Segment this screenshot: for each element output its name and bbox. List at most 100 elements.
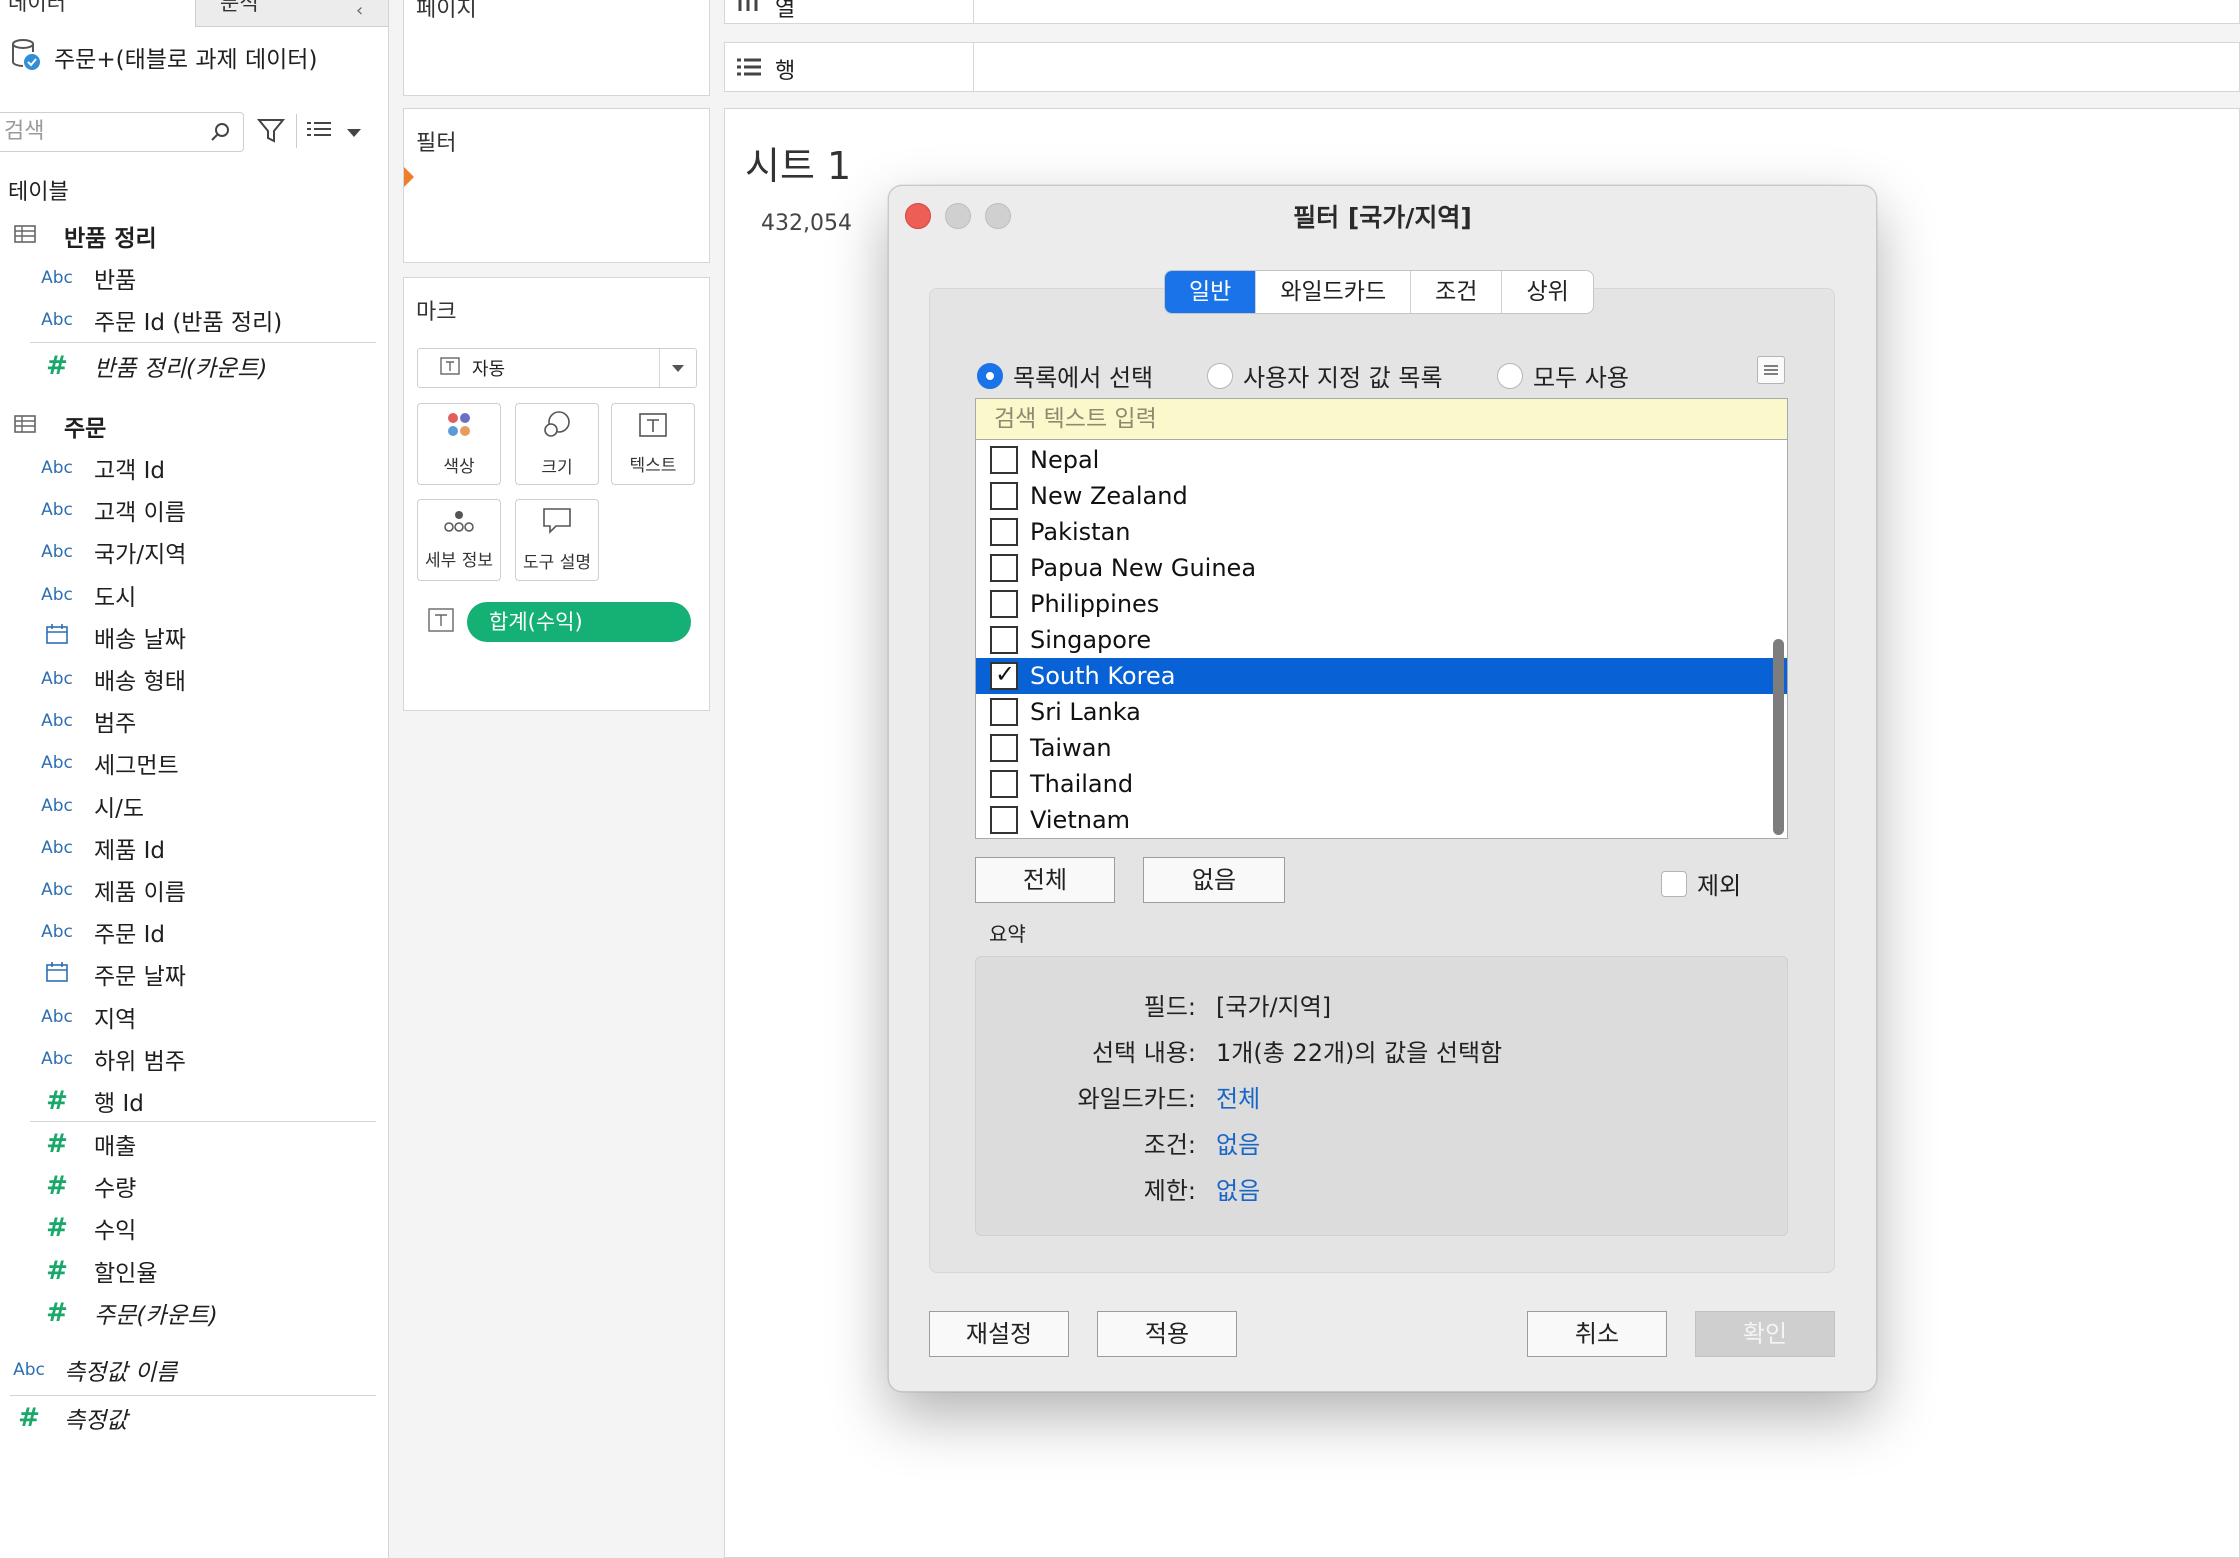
datasource-row[interactable]: 주문+(태블로 과제 데이터) [10, 38, 317, 76]
field-row[interactable]: Abc 제품 이름 [0, 870, 376, 910]
radio-select-from-list[interactable]: 목록에서 선택 [977, 358, 1153, 393]
summary-limit-link[interactable]: 없음 [1216, 1171, 1260, 1206]
field-row[interactable]: # 주문(카운트) [0, 1293, 376, 1333]
tab-condition[interactable]: 조건 [1410, 271, 1501, 313]
field-name: 행 Id [94, 1091, 144, 1117]
field-row[interactable]: 배송 날짜 [0, 617, 376, 657]
search-input[interactable]: 검색 [0, 112, 244, 152]
field-row[interactable]: Abc 반품 [0, 258, 376, 298]
size-button[interactable]: 크기 [515, 403, 599, 485]
item-checkbox[interactable] [990, 734, 1018, 762]
summary-condition-link[interactable]: 없음 [1216, 1125, 1260, 1160]
list-item[interactable]: Sri Lanka [976, 694, 1787, 730]
list-item[interactable]: New Zealand [976, 478, 1787, 514]
item-checkbox[interactable] [990, 660, 1018, 690]
filters-card[interactable]: 필터 [403, 108, 710, 263]
list-menu-icon[interactable] [1757, 356, 1785, 384]
field-row[interactable]: Abc 고객 Id [0, 448, 376, 488]
field-row[interactable]: Abc 고객 이름 [0, 490, 376, 530]
list-view-icon[interactable] [305, 118, 333, 146]
field-row[interactable]: # 수량 [0, 1166, 376, 1206]
list-item[interactable]: Philippines [976, 586, 1787, 622]
field-row[interactable]: # 수익 [0, 1208, 376, 1248]
list-search-input[interactable]: 검색 텍스트 입력 [976, 399, 1787, 440]
radio-label: 목록에서 선택 [1013, 364, 1154, 392]
color-button[interactable]: 색상 [417, 403, 501, 485]
field-row[interactable]: Abc 범주 [0, 701, 376, 741]
radio-use-all[interactable]: 모두 사용 [1497, 358, 1629, 393]
tab-top[interactable]: 상위 [1501, 271, 1592, 313]
item-checkbox[interactable] [990, 482, 1018, 510]
table-name: 반품 정리 [64, 226, 157, 252]
field-row[interactable]: Abc 세그먼트 [0, 743, 376, 783]
field-row[interactable]: Abc 시/도 [0, 786, 376, 826]
item-checkbox[interactable] [990, 770, 1018, 798]
rows-shelf[interactable]: 행 [724, 42, 2240, 92]
tooltip-button[interactable]: 도구 설명 [515, 499, 599, 581]
cancel-button[interactable]: 취소 [1527, 1311, 1667, 1357]
tab-wildcard[interactable]: 와일드카드 [1255, 271, 1410, 313]
list-item[interactable]: Nepal [976, 442, 1787, 478]
data-pane: 데이터 분석 ‹ 주문+(태블로 과제 데이터) 검색 테이블 반품 정리 Ab… [0, 0, 389, 1558]
item-checkbox[interactable] [990, 698, 1018, 726]
text-button[interactable]: 텍스트 [611, 403, 695, 485]
field-row[interactable]: # 매출 [0, 1124, 376, 1164]
summary-wildcard-link[interactable]: 전체 [1216, 1079, 1260, 1114]
table-returns[interactable]: 반품 정리 [14, 216, 157, 256]
tab-data[interactable]: 데이터 [8, 0, 66, 26]
list-item[interactable]: Thailand [976, 766, 1787, 802]
reset-button[interactable]: 재설정 [929, 1311, 1069, 1357]
item-checkbox[interactable] [990, 554, 1018, 582]
select-none-button[interactable]: 없음 [1143, 857, 1285, 903]
summary-condition-label: 조건: [1143, 1131, 1196, 1159]
tab-general[interactable]: 일반 [1165, 271, 1256, 313]
list-item[interactable]: Pakistan [976, 514, 1787, 550]
list-scrollbar[interactable] [1773, 639, 1784, 835]
field-row[interactable]: # 할인율 [0, 1251, 376, 1291]
dialog-title: 필터 [국가/지역] [1293, 203, 1472, 232]
list-item[interactable]: Vietnam [976, 802, 1787, 838]
field-row[interactable]: Abc 배송 형태 [0, 659, 376, 699]
columns-shelf[interactable]: 열 [724, 0, 2240, 24]
ok-button[interactable]: 확인 [1695, 1311, 1835, 1357]
exclude-checkbox[interactable]: 제외 [1661, 866, 1741, 901]
tab-analysis[interactable]: 분석 [220, 0, 259, 26]
mark-type-select[interactable]: 자동 [417, 348, 697, 388]
select-all-button[interactable]: 전체 [975, 857, 1115, 903]
field-row[interactable]: Abc 도시 [0, 575, 376, 615]
field-row[interactable]: # 측정값 [0, 1398, 376, 1438]
field-row[interactable]: Abc 제품 Id [0, 828, 376, 868]
apply-button[interactable]: 적용 [1097, 1311, 1237, 1357]
item-checkbox[interactable] [990, 446, 1018, 474]
item-checkbox[interactable] [990, 626, 1018, 654]
radio-custom-list[interactable]: 사용자 지정 값 목록 [1207, 358, 1443, 393]
field-row[interactable]: Abc 국가/지역 [0, 532, 376, 572]
sheet-value[interactable]: 432,054 [761, 211, 852, 236]
number-type-icon: # [46, 1086, 68, 1116]
list-item[interactable]: South Korea [976, 658, 1787, 694]
item-checkbox[interactable] [990, 518, 1018, 546]
field-row[interactable]: Abc 주문 Id (반품 정리) [0, 300, 376, 340]
field-row[interactable]: Abc 주문 Id [0, 912, 376, 952]
collapse-arrow-icon[interactable]: ‹ [356, 0, 363, 21]
list-item[interactable]: Singapore [976, 622, 1787, 658]
item-checkbox[interactable] [990, 806, 1018, 834]
field-name: 시/도 [94, 795, 145, 822]
field-row[interactable]: # 반품 정리(카운트) [0, 346, 376, 386]
pages-card[interactable]: 페이지 [403, 0, 710, 96]
chevron-down-icon[interactable] [346, 124, 362, 143]
list-item[interactable]: Taiwan [976, 730, 1787, 766]
detail-button[interactable]: 세부 정보 [417, 499, 501, 581]
list-item[interactable]: Papua New Guinea [976, 550, 1787, 586]
filter-icon[interactable] [256, 116, 286, 150]
field-row[interactable]: Abc 하위 범주 [0, 1039, 376, 1079]
field-row[interactable]: 주문 날짜 [0, 954, 376, 994]
drop-indicator-icon [404, 167, 414, 191]
field-name: 측정값 [64, 1408, 128, 1434]
item-checkbox[interactable] [990, 590, 1018, 618]
field-row[interactable]: Abc 측정값 이름 [0, 1350, 376, 1390]
field-row[interactable]: Abc 지역 [0, 997, 376, 1037]
measure-pill[interactable]: 합계(수익) [467, 602, 691, 642]
field-row[interactable]: # 행 Id [0, 1081, 376, 1121]
table-orders[interactable]: 주문 [14, 406, 106, 446]
